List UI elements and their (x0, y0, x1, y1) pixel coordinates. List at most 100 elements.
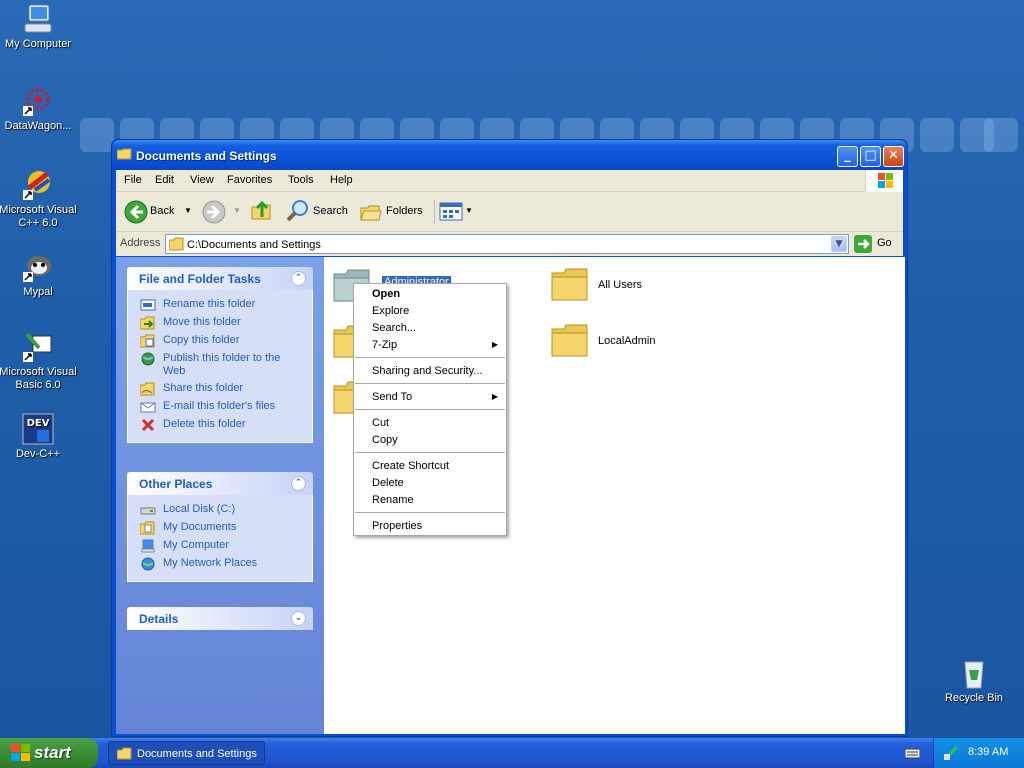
task-email-files[interactable]: E-mail this folder's files (128, 398, 312, 416)
back-dropdown-icon[interactable]: ▼ (184, 206, 192, 215)
title-bar[interactable]: Documents and Settings _ □ ✕ (112, 140, 907, 170)
back-icon[interactable] (124, 200, 148, 224)
window-title: Documents and Settings (136, 149, 277, 163)
details-panel: Details ⌄ (127, 607, 313, 630)
menu-file[interactable]: File (124, 174, 142, 186)
desktop-icon-label: DataWagon... (4, 120, 72, 132)
clock[interactable]: 8:39 AM (968, 746, 1008, 758)
address-bar: Address C:\Documents and Settings ▼ Go (116, 232, 903, 256)
folders-button[interactable]: Folders (386, 205, 423, 217)
menu-item-search[interactable]: Search... (372, 322, 416, 334)
folder-icon (117, 747, 132, 760)
task-rename-folder[interactable]: Rename this folder (128, 296, 312, 314)
menu-tools[interactable]: Tools (288, 174, 314, 186)
copy-icon (140, 334, 155, 348)
menu-item-explore[interactable]: Explore (372, 305, 409, 317)
mypal-icon (23, 256, 51, 282)
place-my-computer[interactable]: My Computer (128, 537, 312, 555)
task-label: Rename this folder (163, 298, 256, 310)
windows-logo (865, 170, 903, 192)
task-copy-folder[interactable]: Copy this folder (128, 332, 312, 350)
menu-item-send-to[interactable]: Send To (372, 391, 412, 403)
chevron-up-icon[interactable]: ⌃ (291, 271, 306, 286)
chevron-down-icon[interactable]: ⌄ (291, 611, 306, 626)
desktop-icon-visual-cpp[interactable]: Microsoft Visual C++ 6.0 (0, 168, 78, 230)
address-value: C:\Documents and Settings (187, 239, 321, 251)
chevron-down-icon: ▼ (835, 239, 843, 249)
menu-item-create-shortcut[interactable]: Create Shortcut (372, 460, 449, 472)
go-arrow-icon[interactable] (854, 235, 872, 253)
place-network-places[interactable]: My Network Places (128, 555, 312, 573)
address-label: Address (120, 237, 161, 249)
address-input[interactable]: C:\Documents and Settings ▼ (165, 234, 849, 254)
chevron-up-icon[interactable]: ⌃ (291, 476, 306, 491)
place-label: My Network Places (163, 557, 258, 569)
desktop-icon-recycle-bin[interactable]: Recycle Bin (934, 656, 1014, 705)
panel-body: Rename this folder Move this folder Copy… (127, 290, 313, 443)
menu-favorites[interactable]: Favorites (227, 174, 272, 186)
place-my-documents[interactable]: My Documents (128, 519, 312, 537)
menu-item-delete[interactable]: Delete (372, 477, 404, 489)
menu-edit[interactable]: Edit (155, 174, 174, 186)
minimize-button[interactable]: _ (837, 146, 858, 167)
menu-item-properties[interactable]: Properties (372, 520, 422, 532)
menu-view[interactable]: View (190, 174, 214, 186)
desktop-icon-visual-basic[interactable]: Microsoft Visual Basic 6.0 (0, 330, 78, 392)
panel-header[interactable]: Details ⌄ (127, 607, 313, 630)
submenu-arrow-icon: ▶ (491, 392, 498, 401)
task-label: Publish this folder to the Web (163, 352, 281, 377)
address-dropdown-button[interactable]: ▼ (831, 236, 847, 252)
back-button[interactable]: Back (150, 205, 174, 217)
visual-basic-icon (23, 332, 52, 362)
svg-text:DEV: DEV (27, 418, 50, 429)
task-share-folder[interactable]: Share this folder (128, 380, 312, 398)
menu-item-sharing-security[interactable]: Sharing and Security... (372, 365, 482, 377)
windows-logo-icon (878, 173, 893, 188)
views-icon[interactable] (439, 201, 463, 223)
search-button[interactable]: Search (313, 205, 348, 217)
folder-label: LocalAdmin (598, 335, 656, 347)
desktop-icon-label: Microsoft Visual Basic 6.0 (0, 366, 77, 391)
search-icon[interactable] (286, 199, 310, 223)
desktop-icon-devcpp[interactable]: DEV Dev-C++ (0, 412, 78, 461)
forward-dropdown-icon[interactable]: ▼ (233, 206, 241, 215)
place-local-disk[interactable]: Local Disk (C:) (128, 501, 312, 519)
task-move-folder[interactable]: Move this folder (128, 314, 312, 332)
taskbar-item[interactable]: Documents and Settings (108, 741, 265, 765)
views-dropdown-icon[interactable]: ▼ (465, 206, 473, 215)
menu-item-7zip[interactable]: 7-Zip (372, 339, 397, 351)
task-pane: File and Folder Tasks ⌃ Rename this fold… (116, 257, 324, 734)
keyboard-icon[interactable] (905, 747, 920, 759)
move-icon (140, 316, 155, 330)
maximize-button[interactable]: □ (860, 146, 881, 167)
maximize-icon: □ (864, 148, 877, 163)
network-status-icon[interactable] (943, 745, 959, 761)
task-label: E-mail this folder's files (163, 400, 276, 412)
panel-header[interactable]: File and Folder Tasks ⌃ (127, 267, 313, 290)
menu-item-rename[interactable]: Rename (372, 494, 414, 506)
up-folder-icon[interactable] (250, 199, 274, 223)
close-button[interactable]: ✕ (883, 146, 904, 167)
place-label: Local Disk (C:) (163, 503, 236, 515)
desktop-icon-my-computer[interactable]: My Computer (0, 2, 78, 51)
panel-header[interactable]: Other Places ⌃ (127, 472, 313, 495)
start-button[interactable]: start (0, 738, 98, 768)
folder-icon (551, 268, 588, 301)
menu-item-copy[interactable]: Copy (372, 434, 398, 446)
toolbar-divider (434, 200, 435, 224)
desktop-icon-datawagon[interactable]: DataWagon... (0, 84, 78, 133)
panel-title: File and Folder Tasks (139, 272, 261, 286)
desktop-icon-mypal[interactable]: Mypal (0, 250, 78, 299)
menu-item-cut[interactable]: Cut (372, 417, 389, 429)
task-publish-web[interactable]: Publish this folder to the Web (128, 350, 312, 380)
share-icon (140, 382, 155, 396)
minimize-icon: _ (844, 148, 851, 163)
menu-help[interactable]: Help (330, 174, 353, 186)
task-delete-folder[interactable]: Delete this folder (128, 416, 312, 434)
my-documents-icon (140, 521, 155, 535)
folders-icon[interactable] (359, 200, 383, 224)
menu-item-open[interactable]: Open (372, 288, 400, 300)
go-button[interactable]: Go (877, 237, 892, 249)
forward-icon[interactable] (202, 200, 226, 224)
folder-icon (117, 148, 132, 160)
